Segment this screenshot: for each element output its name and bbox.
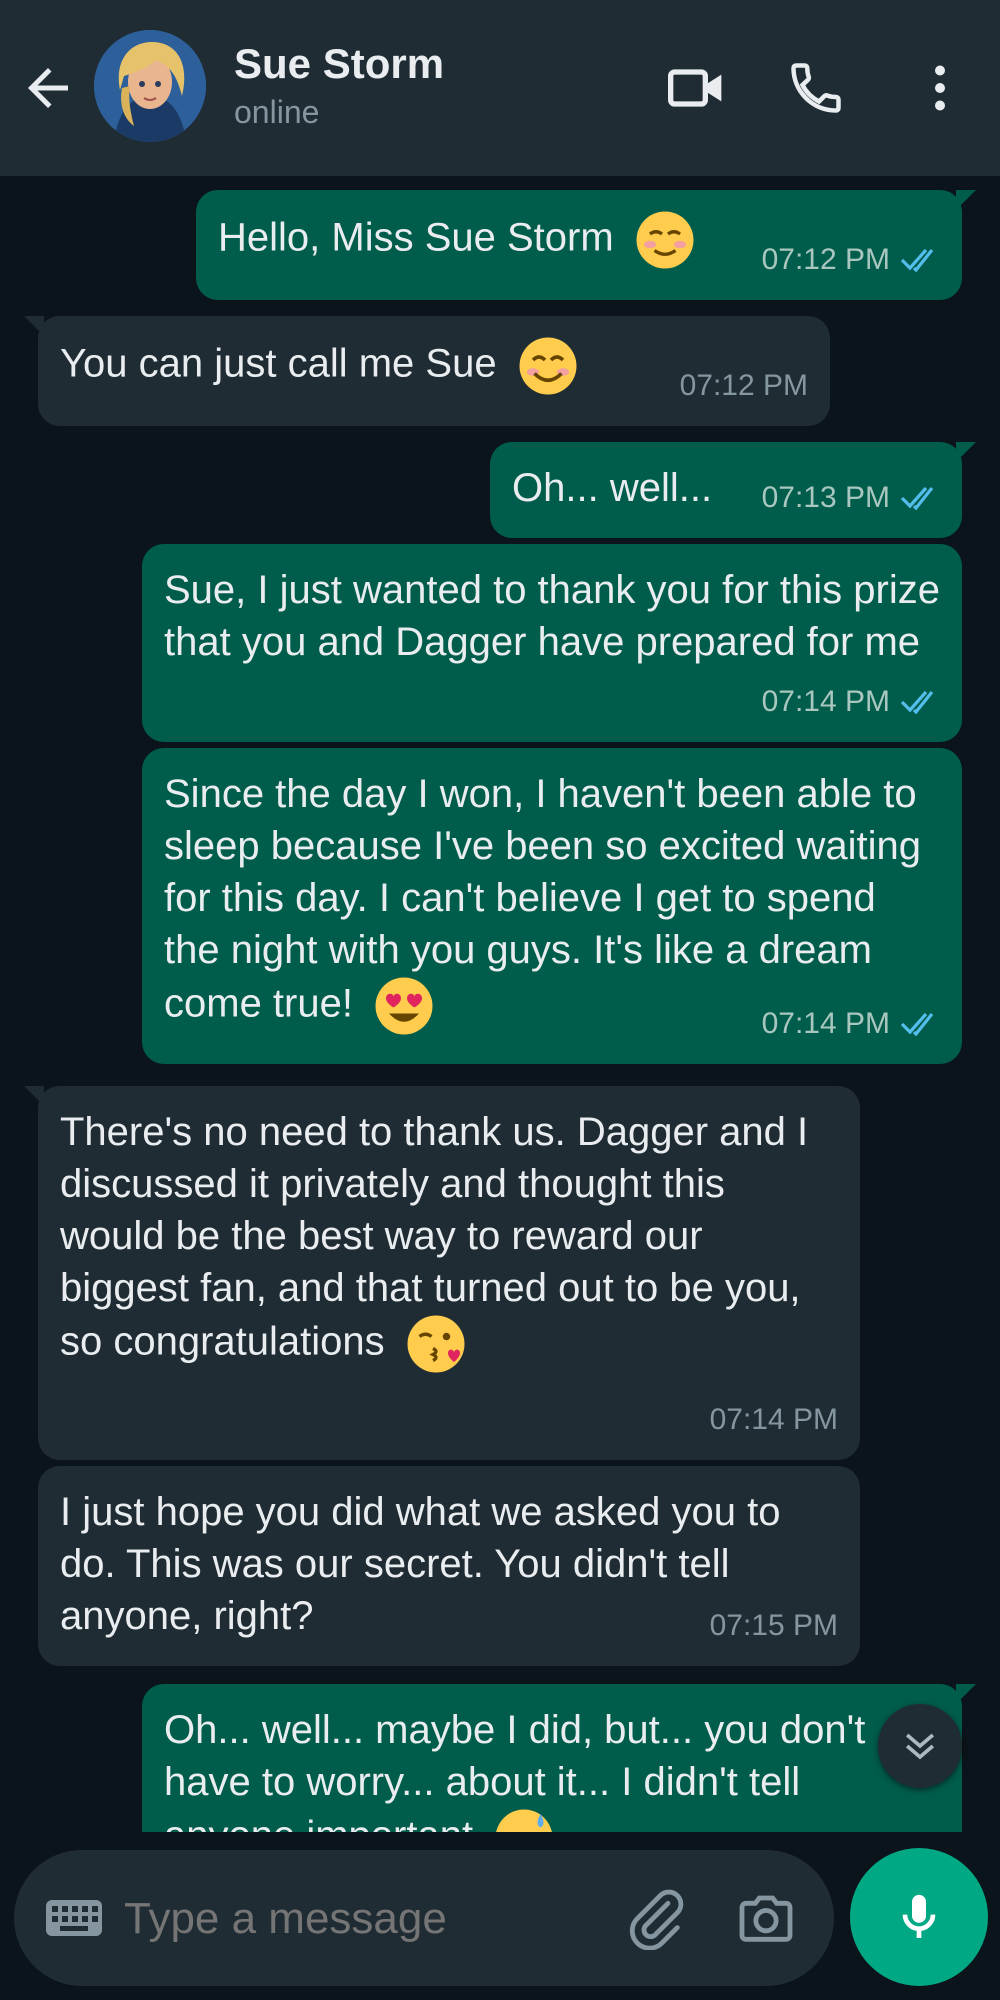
message-meta: 07:14 PM bbox=[710, 1394, 838, 1446]
keyboard-icon[interactable] bbox=[44, 1894, 104, 1942]
outgoing-message[interactable]: Oh... well... 07:13 PM bbox=[490, 442, 976, 538]
message-input[interactable] bbox=[122, 1890, 566, 1948]
message-text: Since the day I won, I haven't been able… bbox=[164, 772, 922, 1026]
bubble-tail bbox=[956, 190, 976, 210]
message-time: 07:14 PM bbox=[761, 685, 890, 718]
bubble-tail bbox=[956, 442, 976, 462]
chat-header: Sue Storm online bbox=[0, 0, 1000, 176]
contact-photo bbox=[94, 30, 206, 142]
avatar[interactable] bbox=[94, 30, 206, 142]
more-vert-icon bbox=[935, 65, 945, 111]
bubble-tail bbox=[956, 1684, 976, 1704]
scroll-to-bottom-button[interactable] bbox=[878, 1704, 962, 1788]
mic-icon bbox=[902, 1894, 936, 1938]
relieved-smile-emoji bbox=[636, 211, 694, 269]
outgoing-message[interactable]: Sue, I just wanted to thank you for this… bbox=[142, 544, 962, 742]
contact-name[interactable]: Sue Storm bbox=[234, 40, 444, 88]
message-meta: 07:12 PM bbox=[680, 360, 808, 412]
message-text: Oh... well... bbox=[512, 466, 713, 510]
sweat-smile-emoji bbox=[496, 1809, 553, 1832]
message-meta: 07:13 PM bbox=[762, 472, 940, 524]
double-check-read-icon bbox=[900, 1012, 934, 1036]
message-text: I just hope you did what we asked you to… bbox=[60, 1490, 781, 1638]
back-arrow-icon bbox=[28, 68, 68, 108]
incoming-message[interactable]: I just hope you did what we asked you to… bbox=[38, 1466, 860, 1666]
bubble-tail bbox=[24, 316, 44, 336]
message-time: 07:13 PM bbox=[761, 481, 890, 514]
bubble-tail bbox=[24, 1086, 44, 1106]
double-check-read-icon bbox=[900, 690, 934, 714]
double-chevron-down-icon bbox=[905, 1733, 935, 1760]
outgoing-message[interactable]: Hello, Miss Sue Storm 07:12 PM bbox=[196, 190, 976, 300]
voice-call-button[interactable] bbox=[780, 52, 852, 124]
video-call-icon bbox=[668, 69, 722, 107]
message-time: 07:14 PM bbox=[761, 1007, 890, 1040]
double-check-read-icon bbox=[900, 486, 934, 510]
message-text: Sue, I just wanted to thank you for this… bbox=[164, 568, 940, 664]
message-meta: 07:14 PM bbox=[762, 676, 940, 728]
message-time: 07:14 PM bbox=[709, 1403, 838, 1436]
heart-eyes-emoji bbox=[375, 977, 433, 1035]
message-time: 07:12 PM bbox=[679, 369, 808, 402]
kiss-face-emoji bbox=[407, 1315, 465, 1373]
message-meta: 07:12 PM bbox=[762, 234, 940, 286]
voice-message-button[interactable] bbox=[850, 1848, 988, 1986]
message-text: Hello, Miss Sue Storm bbox=[218, 215, 614, 260]
back-button[interactable] bbox=[18, 58, 78, 118]
contact-status: online bbox=[234, 94, 320, 130]
more-options-button[interactable] bbox=[904, 52, 976, 124]
smiling-face-emoji bbox=[519, 337, 577, 395]
message-meta: 07:14 PM bbox=[762, 998, 940, 1050]
message-meta: 07:15 PM bbox=[710, 1600, 838, 1652]
outgoing-message[interactable]: Oh... well... maybe I did, but... you do… bbox=[142, 1684, 976, 1832]
incoming-message[interactable]: There's no need to thank us. Dagger and … bbox=[24, 1086, 860, 1460]
message-time: 07:12 PM bbox=[761, 243, 890, 276]
message-time: 07:15 PM bbox=[709, 1609, 838, 1642]
video-call-button[interactable] bbox=[660, 52, 732, 124]
incoming-message[interactable]: You can just call me Sue 07:12 PM bbox=[24, 316, 830, 426]
phone-icon bbox=[791, 63, 841, 113]
double-check-read-icon bbox=[900, 248, 934, 272]
outgoing-message[interactable]: Since the day I won, I haven't been able… bbox=[142, 748, 962, 1064]
message-list[interactable]: Hello, Miss Sue Storm 07:12 PM You can j… bbox=[0, 176, 1000, 1832]
message-text: You can just call me Sue bbox=[60, 341, 497, 386]
message-composer bbox=[14, 1850, 834, 1986]
camera-icon[interactable] bbox=[734, 1886, 798, 1950]
paperclip-icon[interactable] bbox=[624, 1886, 688, 1950]
